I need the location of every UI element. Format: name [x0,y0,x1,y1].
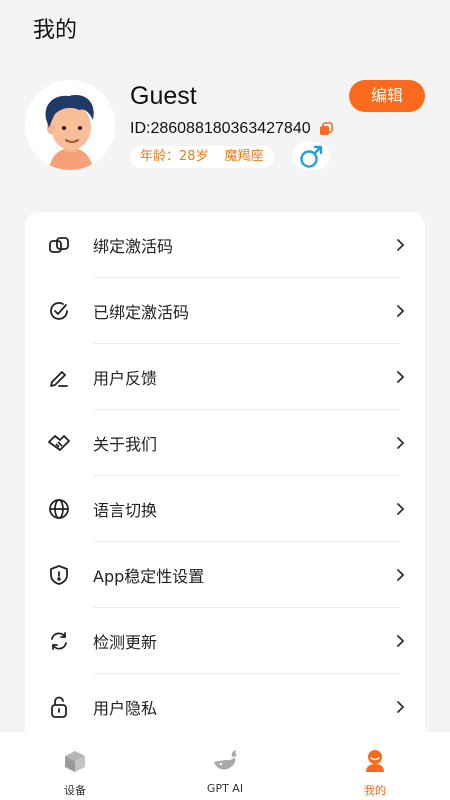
age-tag: 年龄：28岁 [140,149,209,164]
menu-item-label: 用户反馈 [93,369,158,388]
tab-devices[interactable]: 设备 [0,732,150,800]
menu-item-check-update[interactable]: 检测更新 [25,608,425,674]
avatar[interactable] [25,80,115,170]
refresh-icon [47,629,71,653]
chevron-right-icon [395,697,407,717]
tab-gpt-ai[interactable]: GPT AI [150,732,300,800]
tab-label: 我的 [364,784,386,797]
handshake-icon [47,431,71,455]
menu-item-label: 语言切换 [93,501,158,520]
menu-item-label: 关于我们 [93,435,158,454]
check-circle-icon [47,299,71,323]
bottom-tab-bar: 设备 GPT AI 我的 [0,732,450,800]
chevron-right-icon [395,631,407,651]
chevron-right-icon [395,235,407,255]
menu-item-label: 已绑定激活码 [93,303,190,322]
profile-tags: 年龄：28岁 魔羯座 [130,146,274,168]
globe-icon [47,497,71,521]
pencil-icon [47,365,71,389]
whale-icon [212,748,238,774]
tab-mine[interactable]: 我的 [300,732,450,800]
settings-menu: 绑定激活码 已绑定激活码 用户反馈 关于我们 语言切换 App稳定性设置 检测更… [25,212,425,772]
menu-item-label: 检测更新 [93,633,158,652]
menu-item-bind-activation-code[interactable]: 绑定激活码 [25,212,425,278]
menu-item-label: 用户隐私 [93,699,158,718]
zodiac-tag: 魔羯座 [224,149,264,164]
cartoon-person-icon [25,80,115,170]
edit-button[interactable]: 编辑 [349,80,425,112]
user-id: ID:286088180363427840 [130,120,311,137]
tab-label: GPT AI [206,782,244,795]
user-id-row: ID:286088180363427840 [130,120,333,138]
menu-item-label: App稳定性设置 [93,567,205,586]
male-icon [292,142,330,170]
lock-icon [47,695,71,719]
tab-label: 设备 [64,784,86,797]
menu-item-privacy[interactable]: 用户隐私 [25,674,425,740]
menu-item-bound-activation-codes[interactable]: 已绑定激活码 [25,278,425,344]
person-icon [362,748,388,774]
chevron-right-icon [395,433,407,453]
menu-item-language[interactable]: 语言切换 [25,476,425,542]
shield-icon [47,563,71,587]
menu-item-about-us[interactable]: 关于我们 [25,410,425,476]
page-title: 我的 [33,18,78,43]
chevron-right-icon [395,565,407,585]
box-icon [62,748,88,774]
copy-icon[interactable] [319,122,333,136]
username: Guest [130,82,197,110]
chevron-right-icon [395,499,407,519]
menu-item-label: 绑定激活码 [93,237,174,256]
link-icon [47,233,71,257]
menu-item-app-stability[interactable]: App稳定性设置 [25,542,425,608]
chevron-right-icon [395,367,407,387]
chevron-right-icon [395,301,407,321]
menu-item-feedback[interactable]: 用户反馈 [25,344,425,410]
